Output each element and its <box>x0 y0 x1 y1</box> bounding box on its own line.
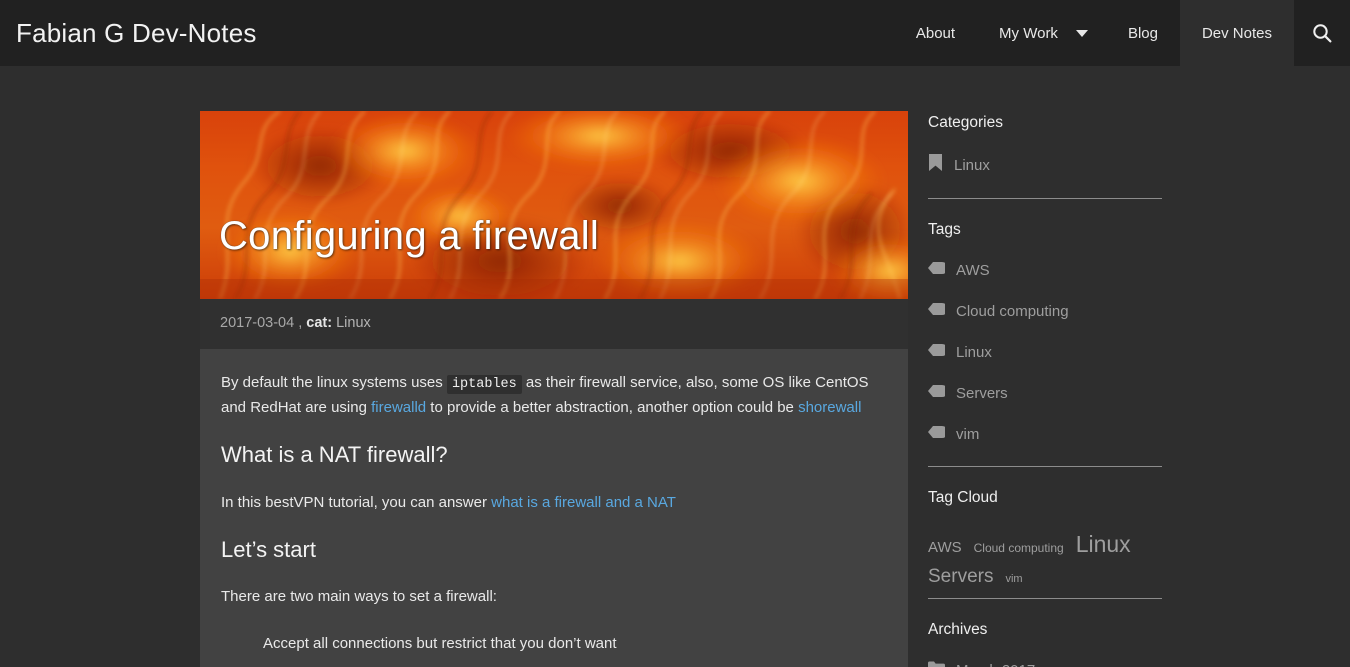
tag-icon <box>928 261 948 280</box>
chevron-down-icon[interactable] <box>1068 0 1106 66</box>
sidebar-divider-2 <box>928 466 1162 467</box>
nat-paragraph: In this bestVPN tutorial, you can answer… <box>221 491 887 515</box>
list-item-text: Accept all connections but restrict that… <box>263 634 617 652</box>
archive-label: March 2017 <box>956 662 1035 667</box>
firewall-ways-list: Accept all connections but restrict that… <box>221 632 887 667</box>
sidebar-section-tags: Tags AWS Cloud computing Linux Servers v… <box>928 221 1162 467</box>
tags-list: AWS Cloud computing Linux Servers vim <box>928 261 1162 444</box>
sidebar-section-categories: Categories Linux <box>928 114 1162 199</box>
tag-icon <box>928 343 948 362</box>
sidebar-title-archives: Archives <box>928 620 988 638</box>
cloud-tag-vim[interactable]: vim <box>1005 572 1022 587</box>
category-label: Linux <box>954 156 990 174</box>
nav-item-my-work[interactable]: My Work <box>977 0 1068 66</box>
post-heading-nat-firewall: What is a NAT firewall? <box>221 442 448 468</box>
post-category-label: cat: <box>306 315 333 331</box>
link-what-is-a-firewall-and-a-nat[interactable]: what is a firewall and a NAT <box>491 494 676 511</box>
sidebar-title-categories: Categories <box>928 114 1003 131</box>
sidebar-divider-3 <box>928 597 1162 599</box>
post-card: Configuring a firewall 2017-03-04 , cat:… <box>200 111 908 667</box>
archive-item-march-2017[interactable]: March 2017 <box>928 661 1162 667</box>
main-nav: About My Work Blog Dev Notes <box>894 0 1350 66</box>
post-category-value[interactable]: Linux <box>336 315 371 331</box>
post-heading-lets-start: Let’s start <box>221 536 316 562</box>
nav-item-dev-notes[interactable]: Dev Notes <box>1179 0 1294 66</box>
tag-label: AWS <box>956 262 990 279</box>
tag-item-linux[interactable]: Linux <box>928 343 1162 362</box>
tag-label: Cloud computing <box>956 303 1069 320</box>
archives-list: March 2017 <box>928 661 1162 667</box>
search-icon[interactable] <box>1294 0 1350 66</box>
list-item: Accept all connections but restrict that… <box>263 632 887 656</box>
page-wrap: Configuring a firewall 2017-03-04 , cat:… <box>0 66 1350 667</box>
chevron-down-glyph <box>1075 29 1088 37</box>
link-firewalld[interactable]: firewalld <box>371 399 426 416</box>
tag-item-servers[interactable]: Servers <box>928 384 1162 403</box>
fire-texture <box>200 111 908 299</box>
nat-text-1: In this bestVPN tutorial, you can answer <box>221 493 492 511</box>
categories-list: Linux <box>928 154 1162 176</box>
post-date: 2017-03-04 <box>220 315 295 331</box>
intro-text-3: to provide a better abstraction, another… <box>426 398 799 416</box>
post-hero-title: Configuring a firewall <box>219 214 600 258</box>
intro-paragraph: By default the linux systems uses iptabl… <box>221 371 887 420</box>
sidebar-divider-1 <box>928 198 1162 199</box>
link-shorewall[interactable]: shorewall <box>798 399 861 416</box>
site-title[interactable]: Fabian G Dev-Notes <box>0 0 257 66</box>
tag-item-aws[interactable]: AWS <box>928 261 1162 280</box>
folder-icon <box>928 661 945 667</box>
category-item-linux[interactable]: Linux <box>928 154 1162 176</box>
cloud-tag-servers[interactable]: Servers <box>928 564 993 590</box>
tag-label: Linux <box>956 344 992 361</box>
sidebar-title-tags: Tags <box>928 221 961 238</box>
tag-icon <box>928 425 948 444</box>
cloud-tag-cloud-computing[interactable]: Cloud computing <box>974 540 1064 556</box>
site-header: Fabian G Dev-Notes About My Work Blog De… <box>0 0 1350 66</box>
post-hero-image: Configuring a firewall <box>200 111 908 299</box>
intro-text-1: By default the linux systems uses <box>221 374 447 391</box>
nav-item-blog[interactable]: Blog <box>1106 0 1180 66</box>
inline-code-iptables: iptables <box>446 375 522 394</box>
tag-icon <box>928 384 948 403</box>
cloud-tag-linux[interactable]: Linux <box>1076 529 1131 560</box>
sidebar-section-tag-cloud: Tag Cloud AWS Cloud computing Linux Serv… <box>928 489 1162 599</box>
tag-label: vim <box>956 426 980 443</box>
tag-item-vim[interactable]: vim <box>928 425 1162 444</box>
main-content: Configuring a firewall 2017-03-04 , cat:… <box>200 66 908 667</box>
tag-cloud: AWS Cloud computing Linux Servers vim <box>928 529 1150 590</box>
tag-label: Servers <box>956 385 1008 402</box>
sidebar-section-archives: Archives March 2017 <box>928 621 1162 667</box>
nav-item-about[interactable]: About <box>894 0 977 66</box>
sidebar: Categories Linux Tags AWS Cloud computin… <box>928 66 1162 667</box>
post-body: By default the linux systems uses iptabl… <box>200 349 908 667</box>
post-meta-separator: , <box>294 315 307 331</box>
bookmark-icon <box>928 154 943 176</box>
tag-icon <box>928 302 948 321</box>
tag-item-cloud-computing[interactable]: Cloud computing <box>928 302 1162 321</box>
post-meta: 2017-03-04 , cat: Linux <box>200 299 908 349</box>
lets-start-paragraph: There are two main ways to set a firewal… <box>221 588 497 606</box>
sidebar-title-tag-cloud: Tag Cloud <box>928 489 998 506</box>
cloud-tag-aws[interactable]: AWS <box>928 538 962 558</box>
